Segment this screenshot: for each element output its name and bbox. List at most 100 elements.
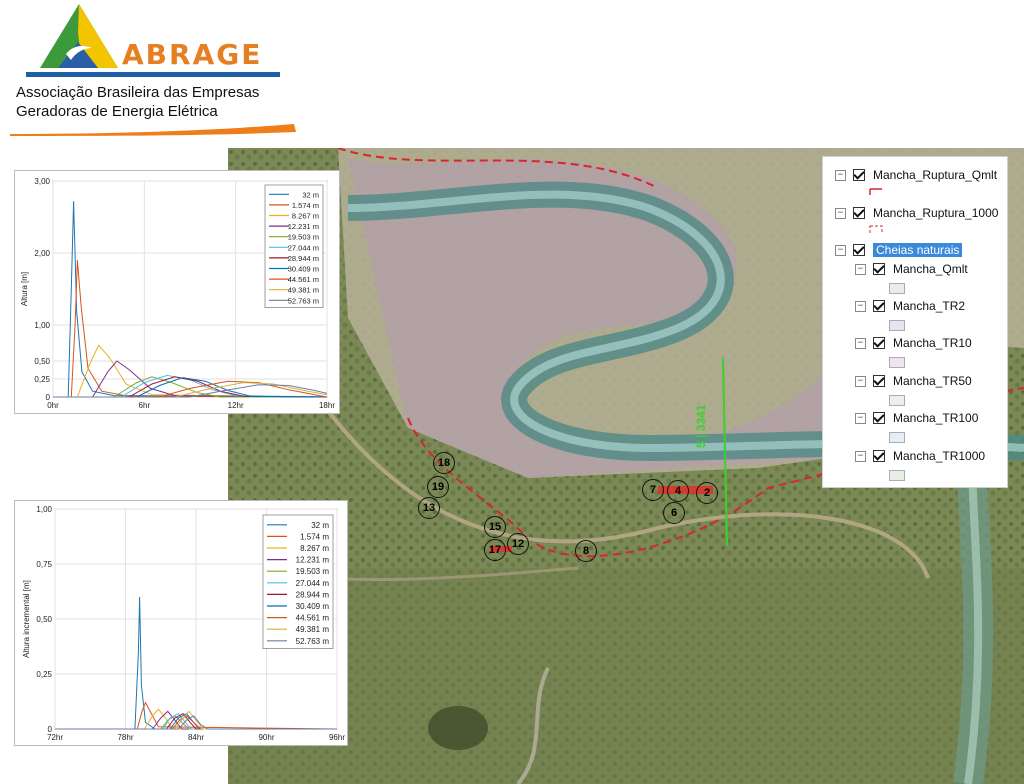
- map-point-19[interactable]: 19: [427, 476, 449, 498]
- y-tick-label: 2,00: [34, 249, 50, 258]
- layer-label: Mancha_TR100: [893, 411, 979, 425]
- layer-label: Mancha_Qmlt: [893, 262, 968, 276]
- brand-name: ABRAGE: [122, 38, 263, 71]
- layer-checkbox[interactable]: [873, 337, 885, 349]
- layer-checkbox[interactable]: [853, 169, 865, 181]
- y-tick-label: 1,00: [34, 321, 50, 330]
- point-label: 19: [431, 481, 445, 493]
- y-axis-label: Altura [m]: [20, 272, 29, 306]
- legend-entry: 12.231 m: [288, 222, 319, 231]
- legend-entry: 19.503 m: [288, 233, 319, 242]
- x-tick-label: 0hr: [47, 401, 59, 410]
- legend-entry: 28.944 m: [288, 254, 319, 263]
- point-label: 7: [649, 484, 657, 496]
- collapse-toggle-icon[interactable]: −: [835, 207, 846, 219]
- chart-altura-incremental-svg: 72hr 78hr 84hr 90hr 96hr 0 0,25 0,50 0,75 1,00 Alt…: [22, 505, 345, 742]
- layer-legend[interactable]: − Mancha_Ruptura_Qmlt − Mancha_Ruptura_1…: [822, 156, 1008, 488]
- layer-checkbox[interactable]: [873, 450, 885, 462]
- collapse-toggle-icon[interactable]: −: [855, 300, 866, 312]
- x-tick-label: 18hr: [319, 401, 335, 410]
- legend-row-tr1000[interactable]: − Mancha_TR1000: [855, 448, 985, 464]
- x-tick-label: 96hr: [329, 733, 345, 742]
- fill-swatch: [889, 283, 905, 294]
- collapse-toggle-icon[interactable]: −: [835, 169, 846, 181]
- section-label: 5 | 3341: [694, 404, 708, 448]
- legend-entry: 12.231 m: [296, 556, 330, 565]
- legend-entry: 44.561 m: [296, 614, 330, 623]
- fill-swatch: [889, 470, 905, 481]
- red-dash-line-swatch: [869, 188, 882, 195]
- y-tick-label: 0,25: [34, 375, 50, 384]
- layer-checkbox[interactable]: [853, 244, 865, 256]
- fill-swatch: [889, 395, 905, 406]
- legend-entry: 52.763 m: [288, 296, 319, 305]
- legend-entry: 49.381 m: [288, 286, 319, 295]
- legend-entry: 27.044 m: [288, 243, 319, 252]
- point-label: 17: [488, 544, 502, 556]
- x-tick-label: 6hr: [139, 401, 151, 410]
- map-point-15[interactable]: 15: [484, 516, 506, 538]
- map-point-6[interactable]: 6: [663, 502, 685, 524]
- layer-checkbox[interactable]: [873, 300, 885, 312]
- point-label: 2: [703, 487, 711, 499]
- legend-row-tr50[interactable]: − Mancha_TR50: [855, 373, 972, 389]
- y-tick-label: 0,50: [34, 357, 50, 366]
- collapse-toggle-icon[interactable]: −: [855, 450, 866, 462]
- legend-entry: 44.561 m: [288, 275, 319, 284]
- red-dash-box-swatch: [869, 225, 883, 234]
- map-point-2[interactable]: 2: [696, 482, 718, 504]
- collapse-toggle-icon[interactable]: −: [855, 263, 866, 275]
- map-point-13[interactable]: 13: [418, 497, 440, 519]
- map-point-8[interactable]: 8: [575, 540, 597, 562]
- legend-row-ruptura-qmlt[interactable]: − Mancha_Ruptura_Qmlt: [835, 167, 997, 183]
- legend-row-tr2[interactable]: − Mancha_TR2: [855, 298, 965, 314]
- point-label: 13: [422, 502, 436, 514]
- legend-entry: 30.409 m: [296, 602, 330, 611]
- layer-label: Mancha_Ruptura_Qmlt: [873, 168, 998, 182]
- x-tick-label: 90hr: [258, 733, 274, 742]
- map-point-18[interactable]: 18: [433, 452, 455, 474]
- point-label: 4: [674, 485, 682, 497]
- map-point-17[interactable]: 17: [484, 539, 506, 561]
- collapse-toggle-icon[interactable]: −: [855, 375, 866, 387]
- point-label: 15: [488, 521, 502, 533]
- chart-altura-incremental: 72hr 78hr 84hr 90hr 96hr 0 0,25 0,50 0,75 1,00 Alt…: [14, 500, 348, 746]
- point-label: 8: [582, 545, 590, 557]
- legend-entry: 32 m: [302, 190, 319, 199]
- layer-checkbox[interactable]: [873, 263, 885, 275]
- legend-entry: 1.574 m: [300, 532, 329, 541]
- chart-altura-svg: 0hr 6hr 12hr 18hr 0 0,25 0,50 1,00 2,00 3,00 Altur…: [20, 177, 335, 410]
- point-label: 12: [511, 538, 525, 550]
- legend-row-ruptura-1000[interactable]: − Mancha_Ruptura_1000: [835, 205, 998, 221]
- y-axis-label: Altura incremental [m]: [22, 580, 31, 658]
- legend-entry: 28.944 m: [296, 590, 330, 599]
- x-tick-label: 84hr: [188, 733, 204, 742]
- fill-swatch: [889, 357, 905, 368]
- layer-checkbox[interactable]: [873, 412, 885, 424]
- layer-label: Mancha_Ruptura_1000: [873, 206, 999, 220]
- collapse-toggle-icon[interactable]: −: [835, 244, 846, 256]
- orange-swoosh: [10, 124, 296, 136]
- layer-checkbox[interactable]: [853, 207, 865, 219]
- layer-checkbox[interactable]: [873, 375, 885, 387]
- collapse-toggle-icon[interactable]: −: [855, 412, 866, 424]
- y-tick-label: 0: [46, 393, 51, 402]
- map-point-4[interactable]: 4: [667, 480, 689, 502]
- x-tick-label: 72hr: [47, 733, 63, 742]
- abrage-triangle-icon: [38, 2, 120, 72]
- legend-row-qmlt[interactable]: − Mancha_Qmlt: [855, 261, 968, 277]
- layer-group-label: Cheias naturais: [873, 243, 963, 257]
- legend-entry: 8.267 m: [300, 544, 329, 553]
- y-tick-label: 3,00: [34, 177, 50, 186]
- map-point-12[interactable]: 12: [507, 533, 529, 555]
- abrage-logo: ABRAGE Associação Brasileira das Empresa…: [10, 0, 310, 140]
- legend-row-tr10[interactable]: − Mancha_TR10: [855, 335, 972, 351]
- point-label: 6: [670, 507, 678, 519]
- legend-row-cheias-naturais[interactable]: − Cheias naturais: [835, 242, 963, 258]
- y-tick-label: 0: [48, 725, 53, 734]
- map-point-7[interactable]: 7: [642, 479, 664, 501]
- collapse-toggle-icon[interactable]: −: [855, 337, 866, 349]
- x-tick-label: 12hr: [228, 401, 244, 410]
- legend-row-tr100[interactable]: − Mancha_TR100: [855, 410, 978, 426]
- layer-label: Mancha_TR50: [893, 374, 972, 388]
